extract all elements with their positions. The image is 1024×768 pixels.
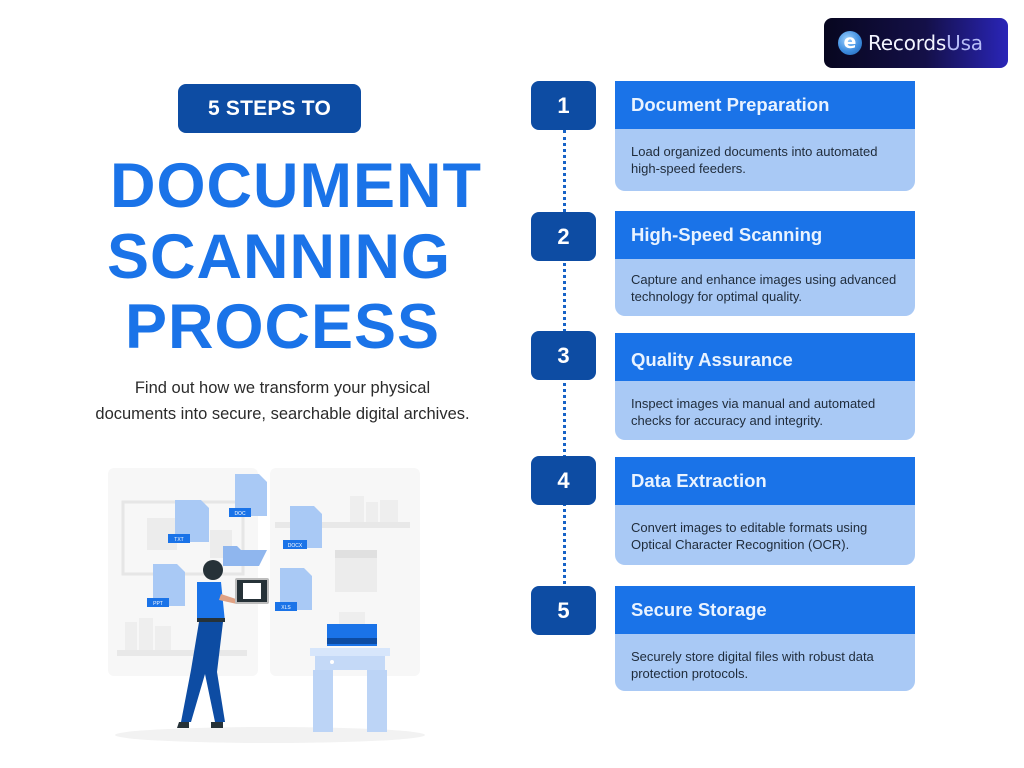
step-2-description: Capture and enhance images using advance… bbox=[615, 259, 915, 316]
step-1-title: Document Preparation bbox=[615, 81, 915, 129]
logo-text-accent: Usa bbox=[946, 31, 983, 55]
subtitle-line-1: Find out how we transform your physical bbox=[134, 379, 431, 397]
title-line-3: PROCESS bbox=[125, 292, 441, 362]
records-usa-logo: e RecordsUsa bbox=[824, 18, 1008, 68]
svg-text:PPT: PPT bbox=[153, 601, 163, 607]
shelf-left bbox=[117, 650, 247, 656]
step-4-title: Data Extraction bbox=[615, 457, 915, 505]
step-5-description: Securely store digital files with robust… bbox=[615, 634, 915, 691]
step-2-title: High-Speed Scanning bbox=[615, 211, 915, 259]
title-line-2: SCANNING bbox=[107, 222, 452, 292]
svg-text:DOCX: DOCX bbox=[288, 543, 303, 549]
step-4-number-badge: 4 bbox=[531, 456, 596, 505]
svg-text:TXT: TXT bbox=[174, 537, 183, 543]
step-2-number-badge: 2 bbox=[531, 212, 596, 261]
title-line-1: DOCUMENT bbox=[110, 151, 482, 221]
step-5-card: Secure Storage Securely store digital fi… bbox=[615, 586, 915, 691]
step-2-card: High-Speed Scanning Capture and enhance … bbox=[615, 211, 915, 316]
logo-wordmark: RecordsUsa bbox=[868, 31, 983, 55]
printer-desk bbox=[310, 648, 390, 732]
step-5-title: Secure Storage bbox=[615, 586, 915, 634]
step-3-number-badge: 3 bbox=[531, 331, 596, 380]
step-1-card: Document Preparation Load organized docu… bbox=[615, 81, 915, 191]
logo-text-main: Records bbox=[868, 31, 947, 55]
step-5-number-badge: 5 bbox=[531, 586, 596, 635]
step-4-card: Data Extraction Convert images to editab… bbox=[615, 457, 915, 565]
subtitle: Find out how we transform your physical … bbox=[60, 375, 505, 427]
step-3-title: Quality Assurance bbox=[615, 333, 915, 381]
subtitle-line-2: documents into secure, searchable digita… bbox=[95, 405, 470, 423]
file-xls-icon: XLS bbox=[275, 568, 312, 611]
scanning-illustration: TXT DOC DOCX PPT XLS bbox=[108, 468, 425, 743]
step-3-description: Inspect images via manual and automated … bbox=[615, 381, 915, 440]
step-4-description: Convert images to editable formats using… bbox=[615, 505, 915, 565]
logo-e-icon: e bbox=[838, 31, 862, 55]
step-1-number-badge: 1 bbox=[531, 81, 596, 130]
step-1-description: Load organized documents into automated … bbox=[615, 129, 915, 191]
svg-text:DOC: DOC bbox=[234, 511, 246, 517]
step-3-card: Quality Assurance Inspect images via man… bbox=[615, 333, 915, 440]
svg-text:XLS: XLS bbox=[281, 605, 291, 611]
steps-pill-label: 5 STEPS TO bbox=[178, 84, 361, 133]
